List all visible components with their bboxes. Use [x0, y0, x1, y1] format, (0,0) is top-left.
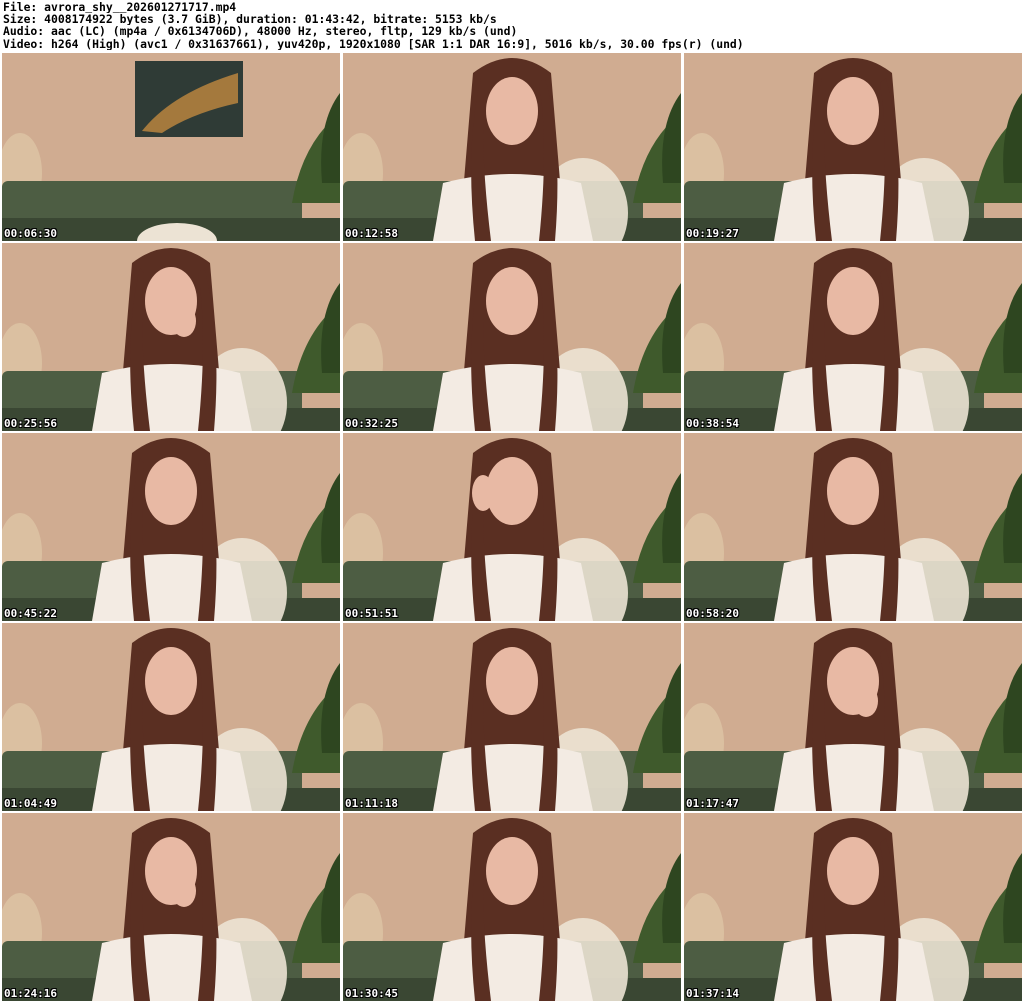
- video-thumbnail: 00:38:54: [684, 243, 1022, 431]
- person-top: [433, 744, 593, 811]
- thumbnail-scene: [2, 243, 340, 431]
- person-top: [774, 174, 934, 241]
- video-info-line: Video: h264 (High) (avc1 / 0x31637661), …: [3, 37, 744, 50]
- person-top: [433, 364, 593, 431]
- thumbnail-scene: [343, 623, 681, 811]
- person-hand: [854, 685, 878, 717]
- person-top: [92, 744, 252, 811]
- thumbnail-timestamp: 00:32:25: [345, 417, 398, 430]
- person-top: [774, 554, 934, 621]
- person-top: [433, 554, 593, 621]
- thumbnail-timestamp: 00:51:51: [345, 607, 398, 620]
- thumbnail-timestamp: 01:37:14: [686, 987, 739, 1000]
- person-face: [827, 77, 879, 145]
- person-face: [827, 457, 879, 525]
- person-face: [827, 837, 879, 905]
- thumbnail-grid: 00:06:30 00:12:58 00:19:27 00:25:56 00:32:25…: [2, 53, 1022, 1003]
- person-top: [92, 554, 252, 621]
- person-face: [145, 457, 197, 525]
- thumbnail-timestamp: 00:38:54: [686, 417, 739, 430]
- thumbnail-scene: [684, 623, 1022, 811]
- thumbnail-scene: [2, 433, 340, 621]
- thumbnail-timestamp: 00:45:22: [4, 607, 57, 620]
- thumbnail-timestamp: 00:06:30: [4, 227, 57, 240]
- video-thumbnail: 00:45:22: [2, 433, 340, 621]
- video-info-header: File: avrora_shy__202601271717.mp4 Size:…: [3, 1, 1021, 53]
- thumbnail-scene: [343, 243, 681, 431]
- person-hand: [172, 875, 196, 907]
- thumbnail-scene: [2, 53, 340, 241]
- thumbnail-timestamp: 01:04:49: [4, 797, 57, 810]
- person-face: [486, 837, 538, 905]
- video-thumbnail: 01:17:47: [684, 623, 1022, 811]
- video-thumbnail: 00:06:30: [2, 53, 340, 241]
- person-face: [486, 267, 538, 335]
- person-hand: [172, 305, 196, 337]
- person-top: [92, 934, 252, 1001]
- audio-info-line: Audio: aac (LC) (mp4a / 0x6134706D), 480…: [3, 25, 518, 38]
- thumbnail-timestamp: 01:17:47: [686, 797, 739, 810]
- video-thumbnail: 00:19:27: [684, 53, 1022, 241]
- thumbnail-scene: [2, 623, 340, 811]
- thumbnail-scene: [2, 813, 340, 1001]
- video-thumbnail: 00:25:56: [2, 243, 340, 431]
- video-thumbnail: 01:24:16: [2, 813, 340, 1001]
- thumbnail-timestamp: 00:25:56: [4, 417, 57, 430]
- person-top: [433, 174, 593, 241]
- video-thumbnail: 01:30:45: [343, 813, 681, 1001]
- thumbnail-scene: [684, 813, 1022, 1001]
- thumbnail-scene: [684, 53, 1022, 241]
- person-face: [827, 267, 879, 335]
- person-hand: [472, 475, 494, 511]
- video-thumbnail: 00:58:20: [684, 433, 1022, 621]
- thumbnail-timestamp: 00:12:58: [345, 227, 398, 240]
- thumbnail-timestamp: 01:24:16: [4, 987, 57, 1000]
- person-face: [486, 77, 538, 145]
- video-thumbnail: 01:37:14: [684, 813, 1022, 1001]
- person-face: [145, 647, 197, 715]
- person-top: [774, 364, 934, 431]
- video-thumbnail: 00:51:51: [343, 433, 681, 621]
- thumbnail-scene: [343, 433, 681, 621]
- thumbnail-timestamp: 00:19:27: [686, 227, 739, 240]
- thumbnail-scene: [684, 433, 1022, 621]
- video-thumbnail: 01:04:49: [2, 623, 340, 811]
- thumbnail-scene: [684, 243, 1022, 431]
- person-face: [486, 647, 538, 715]
- thumbnail-timestamp: 01:30:45: [345, 987, 398, 1000]
- video-thumbnail: 00:12:58: [343, 53, 681, 241]
- person-top: [774, 934, 934, 1001]
- file-name-line: File: avrora_shy__202601271717.mp4: [3, 1, 237, 14]
- person-top: [774, 744, 934, 811]
- thumbnail-scene: [343, 53, 681, 241]
- video-thumbnail: 01:11:18: [343, 623, 681, 811]
- thumbnail-timestamp: 01:11:18: [345, 797, 398, 810]
- video-thumbnail: 00:32:25: [343, 243, 681, 431]
- file-size-line: Size: 4008174922 bytes (3.7 GiB), durati…: [3, 13, 497, 26]
- thumbnail-scene: [343, 813, 681, 1001]
- person-top: [433, 934, 593, 1001]
- person-top: [92, 364, 252, 431]
- thumbnail-timestamp: 00:58:20: [686, 607, 739, 620]
